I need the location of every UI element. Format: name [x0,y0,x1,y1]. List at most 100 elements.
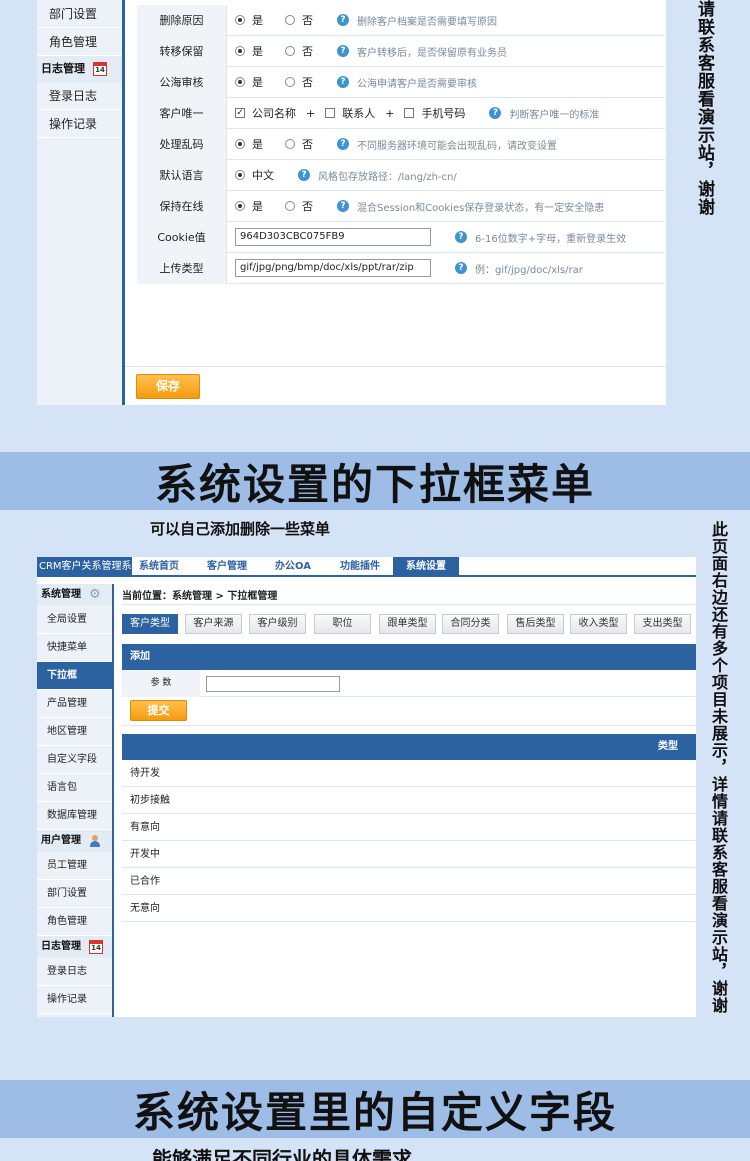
sidebar-item[interactable]: 角色管理 [37,28,122,56]
nav-office[interactable]: 办公OA [265,557,321,577]
radio-no[interactable] [285,46,295,56]
section-banner: 系统设置的下拉框菜单 [0,452,750,510]
tab-button[interactable]: 客户级别 [249,614,306,634]
nav-plugins[interactable]: 功能插件 [329,557,391,577]
list-item[interactable]: 有意向 [122,814,696,841]
sidebar-item[interactable]: 操作记录 [37,986,112,1014]
sidebar-item[interactable]: 地区管理 [37,718,112,746]
radio-yes[interactable] [235,77,245,87]
submit-button[interactable]: 提交 [130,700,187,721]
user-icon-body [90,841,100,847]
setting-row: Cookie值 964D303CBC075FB9? 6-16位数字+字母，重新登录生… [137,221,665,253]
help-icon: ? [455,231,467,243]
gear-icon: ⚙ [89,587,101,602]
sidebar-item[interactable]: 登录日志 [37,82,122,110]
radio-yes[interactable] [235,46,245,56]
radio-no[interactable] [285,139,295,149]
radio-yes-label: 是 [252,45,263,58]
sidebar-item[interactable]: 角色管理 [37,908,112,936]
list-item[interactable]: 已合作 [122,868,696,895]
breadcrumb: 当前位置：系统管理 > 下拉框管理 [122,591,278,602]
radio-yes[interactable] [235,15,245,25]
sidebar-item[interactable]: 下拉框 [37,662,112,690]
sidebar-heading-label: 日志管理 [41,62,85,75]
sidebar-item[interactable]: 数据库管理 [37,802,112,830]
setting-label: 保持在线 [137,190,227,222]
radio-no-label: 否 [302,138,313,151]
tab-button[interactable]: 合同分类 [442,614,499,634]
radio-no[interactable] [285,201,295,211]
nav-customers[interactable]: 客户管理 [197,557,257,577]
radio-no[interactable] [285,15,295,25]
sidebar-item[interactable]: 自定义字段 [37,746,112,774]
sidebar-heading: 用户管理 [37,830,112,852]
tab-button[interactable]: 职位 [314,614,371,634]
sidebar-item[interactable]: 部门设置 [37,880,112,908]
section-caption: 可以自己添加删除一些菜单 [150,520,331,538]
param-row: 参 数 [122,670,696,697]
nav-settings[interactable]: 系统设置 [393,557,459,577]
tab-button[interactable]: 客户类型 [122,614,178,634]
tab-button[interactable]: 收入类型 [570,614,627,634]
save-button[interactable]: 保存 [136,374,200,399]
list-item[interactable]: 待开发 [122,760,696,787]
sidebar-item[interactable]: 员工管理 [37,852,112,880]
setting-row: 上传类型 gif/jpg/png/bmp/doc/xls/ppt/rar/zip?… [137,252,665,284]
sidebar-item[interactable]: 部门设置 [37,0,122,28]
list-header: 类型 [122,734,696,760]
tab-button[interactable]: 售后类型 [507,614,564,634]
setting-label: 默认语言 [137,159,227,191]
sidebar: 系统管理 ⚙ 全局设置 快捷菜单 下拉框 产品管理 地区管理 自定义字段 语言包 数据库管理 用户管… [37,584,114,1017]
radio-yes[interactable] [235,139,245,149]
radio-no-label: 否 [302,45,313,58]
radio-yes[interactable] [235,201,245,211]
help-icon: ? [337,138,349,150]
radio-yes-label: 是 [252,76,263,89]
help-icon: ? [337,14,349,26]
setting-row: 保持在线 是 否? 混合Session和Cookies保存登录状态，有一定安全隐患 [137,190,665,222]
dropdown-admin-panel: CRM客户关系管理系统 系统首页 客户管理 办公OA 功能插件 系统设置 系统管… [37,557,696,1017]
list-item[interactable]: 无意向 [122,895,696,922]
setting-label: 处理乱码 [137,128,227,160]
divider [125,366,666,367]
list-item[interactable]: 开发中 [122,841,696,868]
hint-text: 6-16位数字+字母，重新登录生效 [475,233,627,245]
tab-button[interactable]: 客户来源 [185,614,242,634]
help-icon: ? [489,107,502,119]
tab-button[interactable]: 支出类型 [634,614,691,634]
top-nav: CRM客户关系管理系统 系统首页 客户管理 办公OA 功能插件 系统设置 [37,557,696,577]
language-value: 中文 [252,169,274,182]
setting-label: 客户唯一 [137,97,227,129]
sidebar-item[interactable]: 登录日志 [37,958,112,986]
sidebar-item[interactable]: 操作记录 [37,110,122,138]
sidebar-item[interactable]: 产品管理 [37,690,112,718]
tab-button[interactable]: 跟单类型 [379,614,436,634]
param-input[interactable] [206,676,340,692]
radio-language[interactable] [235,170,245,180]
text-input[interactable]: 964D303CBC075FB9 [235,228,431,246]
hint-text: 公海申请客户是否需要审核 [357,78,477,90]
setting-control: 是 否? 客户转移后，是否保留原有业务员 [227,43,507,59]
user-icon [89,835,101,847]
sidebar-item[interactable]: 快捷菜单 [37,634,112,662]
list-item[interactable]: 初步接触 [122,787,696,814]
sidebar-item[interactable]: 全局设置 [37,606,112,634]
radio-yes-label: 是 [252,14,263,27]
sidebar-item[interactable]: 语言包 [37,774,112,802]
setting-row: 客户唯一 ✓ 公司名称 + 联系人 + 手机号码? 判断客户唯一的标准 [137,97,665,129]
nav-home[interactable]: 系统首页 [134,557,184,577]
setting-control: ✓ 公司名称 + 联系人 + 手机号码? 判断客户唯一的标准 [227,105,599,121]
setting-row: 删除原因 是 否? 删除客户档案是否需要填写原因 [137,4,665,36]
sidebar-heading: 日志管理 14 [37,936,112,958]
setting-label: 转移保留 [137,35,227,67]
radio-no[interactable] [285,77,295,87]
checkbox-company[interactable]: ✓ [235,108,245,118]
setting-control: 964D303CBC075FB9? 6-16位数字+字母，重新登录生效 [227,228,626,246]
help-icon: ? [337,76,349,88]
param-label: 参 数 [122,670,200,697]
text-input[interactable]: gif/jpg/png/bmp/doc/xls/ppt/rar/zip [235,259,431,277]
hint-text: 例：gif/jpg/doc/xls/rar [475,264,583,276]
setting-label: 上传类型 [137,252,227,284]
checkbox-phone[interactable] [404,108,415,118]
checkbox-contact[interactable] [325,108,336,118]
